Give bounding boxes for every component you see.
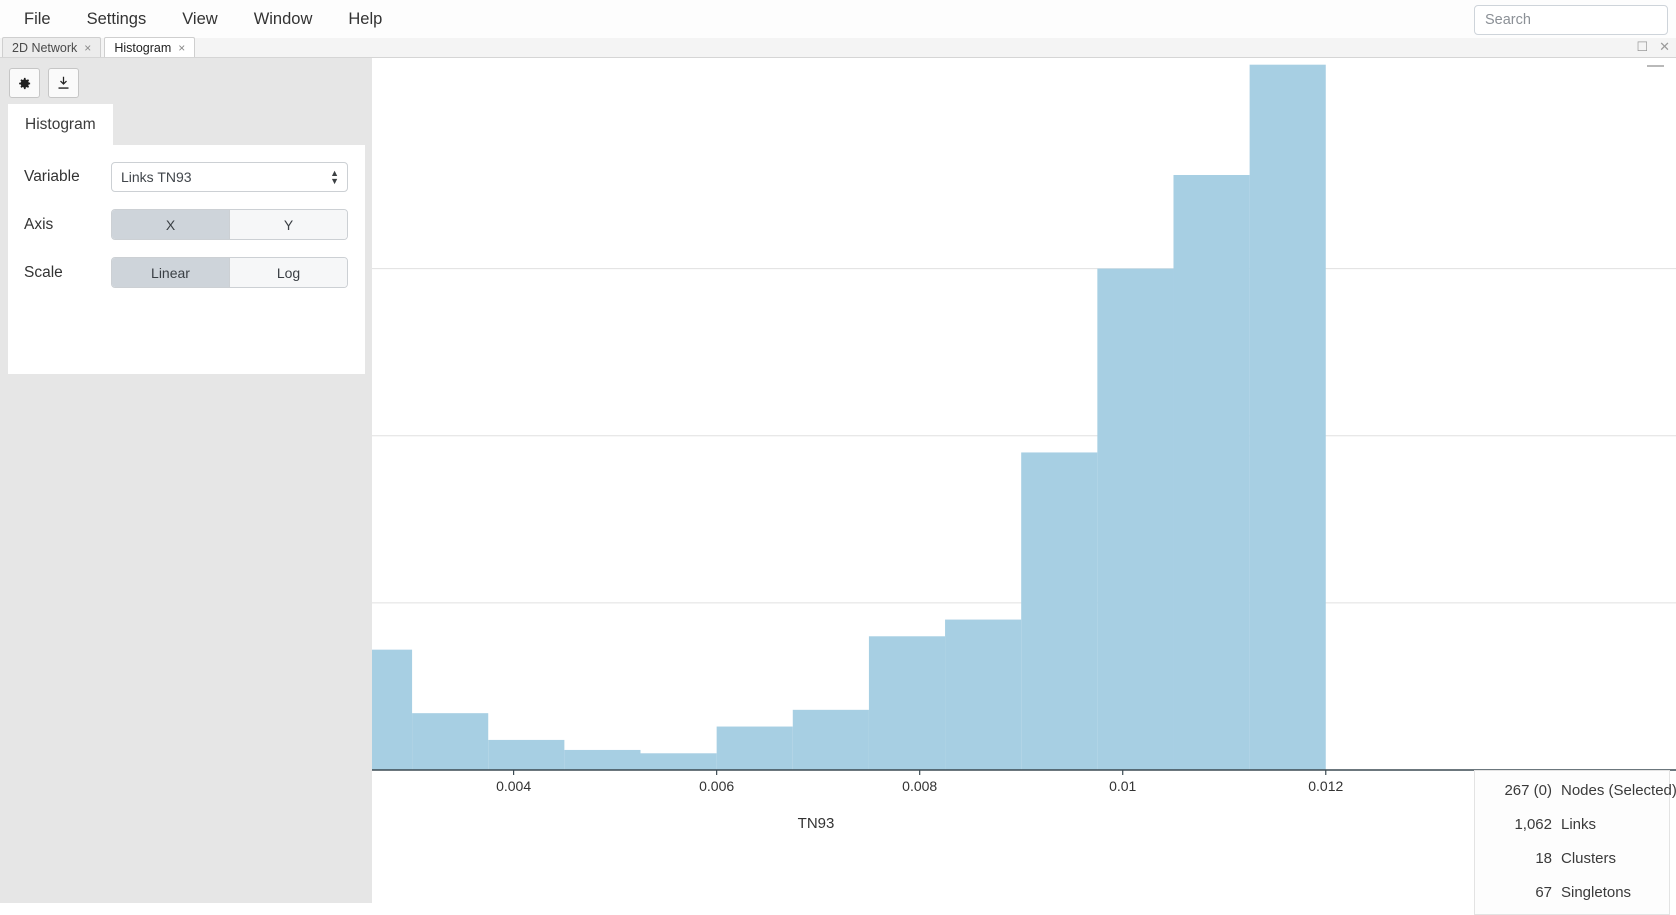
panel-tab-bar: Histogram xyxy=(8,104,365,145)
histogram-bar[interactable] xyxy=(488,739,565,770)
network-stats-overlay: 267 (0) Nodes (Selected) 1,062 Links 18 … xyxy=(1474,770,1676,915)
axis-label: Axis xyxy=(24,215,54,233)
gear-icon xyxy=(19,77,31,89)
window-controls: ☐ ✕ xyxy=(1636,40,1670,53)
search-input[interactable] xyxy=(1474,5,1668,35)
download-icon xyxy=(58,76,69,89)
variable-select-wrap: Links TN93 ▲ ▼ xyxy=(111,162,348,192)
menu-item-window[interactable]: Window xyxy=(238,6,329,33)
stat-value: 67 xyxy=(1535,884,1552,901)
histogram-bar[interactable] xyxy=(1097,268,1174,770)
axis-toggle-group: X Y xyxy=(111,209,348,240)
export-button[interactable] xyxy=(48,68,79,98)
histogram-bar[interactable] xyxy=(640,753,717,770)
stat-label: Links xyxy=(1561,816,1597,833)
stat-value: 1,062 xyxy=(1514,816,1552,833)
panel-tab-label: Histogram xyxy=(25,115,96,133)
tab-label: 2D Network xyxy=(12,40,78,55)
stat-value: 18 xyxy=(1535,850,1552,867)
x-axis-title: TN93 xyxy=(798,815,835,832)
histogram-bar[interactable] xyxy=(716,726,793,770)
stat-label: Singletons xyxy=(1561,884,1632,901)
histogram-bar[interactable] xyxy=(945,619,1022,770)
panel-toolbar xyxy=(9,68,79,98)
scale-option-linear[interactable]: Linear xyxy=(112,258,230,287)
panel-tab-histogram[interactable]: Histogram xyxy=(8,104,113,145)
document-tab-strip: 2D Network × Histogram × xyxy=(0,37,1676,58)
close-icon[interactable]: ✕ xyxy=(1659,40,1670,53)
x-tick-label: 0.012 xyxy=(1308,778,1343,794)
tab-label: Histogram xyxy=(114,40,172,55)
axis-row: Axis X Y xyxy=(8,209,365,240)
axis-option-x[interactable]: X xyxy=(112,210,230,239)
stat-row: 18 Clusters xyxy=(1488,850,1653,867)
scale-option-log[interactable]: Log xyxy=(230,258,347,287)
menu-item-view[interactable]: View xyxy=(166,6,233,33)
stat-row: 1,062 Links xyxy=(1488,816,1653,833)
menu-bar: File Settings View Window Help xyxy=(0,0,1676,39)
variable-select[interactable]: Links TN93 xyxy=(111,162,348,192)
histogram-bar[interactable] xyxy=(1173,174,1250,770)
menu-item-settings[interactable]: Settings xyxy=(71,6,163,33)
scale-toggle-group: Linear Log xyxy=(111,257,348,288)
stat-label: Nodes (Selected) xyxy=(1561,782,1676,799)
tab-histogram[interactable]: Histogram × xyxy=(104,37,196,57)
scale-row: Scale Linear Log xyxy=(8,257,365,288)
x-tick-label: 0.006 xyxy=(699,778,734,794)
stat-row: 67 Singletons xyxy=(1488,884,1653,901)
stat-value: 267 (0) xyxy=(1504,782,1552,799)
maximize-icon[interactable]: ☐ xyxy=(1636,40,1648,53)
menu-item-file[interactable]: File xyxy=(8,6,67,33)
variable-label: Variable xyxy=(24,168,80,185)
close-icon[interactable]: × xyxy=(178,42,185,54)
histogram-bar[interactable] xyxy=(412,713,489,770)
histogram-bar[interactable] xyxy=(1021,452,1098,770)
close-icon[interactable]: × xyxy=(84,42,91,54)
settings-button[interactable] xyxy=(9,68,40,98)
x-tick-label: 0.008 xyxy=(902,778,937,794)
histogram-bar[interactable] xyxy=(792,709,869,770)
scale-label: Scale xyxy=(24,263,63,281)
x-tick-label: 0.004 xyxy=(496,778,531,794)
menu-item-help[interactable]: Help xyxy=(332,6,398,33)
stat-row: 267 (0) Nodes (Selected) xyxy=(1488,782,1676,799)
histogram-bar[interactable] xyxy=(868,636,946,770)
histogram-settings-card: Histogram Variable Links TN93 ▲ ▼ Axis X … xyxy=(8,104,365,374)
tab-2d-network[interactable]: 2D Network × xyxy=(2,37,102,57)
histogram-bar[interactable] xyxy=(1249,64,1326,771)
control-sidebar: Histogram Variable Links TN93 ▲ ▼ Axis X … xyxy=(0,58,372,903)
stat-label: Clusters xyxy=(1561,850,1617,867)
variable-row: Variable Links TN93 ▲ ▼ xyxy=(8,162,365,192)
x-tick-label: 0.01 xyxy=(1109,778,1136,794)
histogram-bar[interactable] xyxy=(564,749,641,770)
axis-option-y[interactable]: Y xyxy=(230,210,347,239)
